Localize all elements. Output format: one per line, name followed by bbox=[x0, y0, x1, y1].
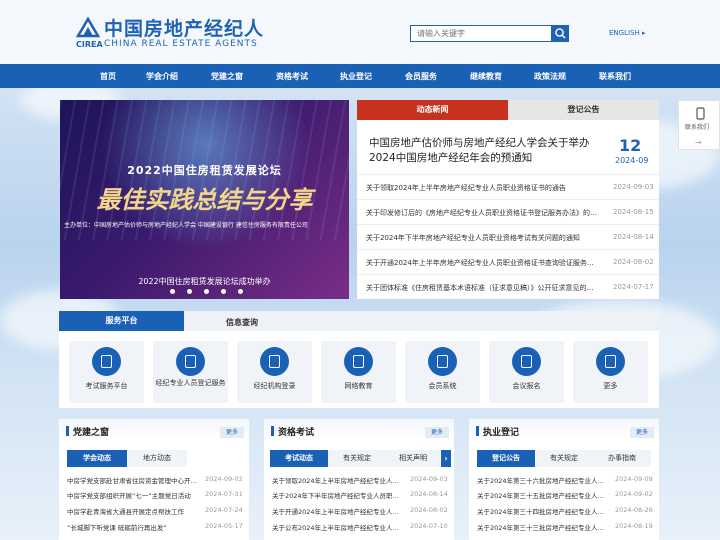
search-icon bbox=[555, 28, 566, 39]
carousel-dot[interactable] bbox=[238, 289, 243, 294]
panel-registration: 执业登记 更多 登记公告 有关规定 办事指南 关于2024年第三十六批房地产经纪… bbox=[469, 419, 659, 540]
banner-event-title: 2022中国住房租赁发展论坛 bbox=[127, 164, 282, 177]
service-agent-registration[interactable]: 经纪专业人员登记服务 bbox=[153, 341, 228, 403]
education-icon bbox=[344, 347, 373, 376]
contact-label: 联系我们 bbox=[685, 124, 710, 131]
news-item[interactable]: 关于开通2024年上半年房地产经纪专业人员职业资格证书查询验证服务的通知 2024… bbox=[357, 249, 659, 274]
service-platform: 服务平台 信息查询 考试服务平台 经纪专业人员登记服务 经纪机构登录 网络教育 … bbox=[59, 311, 659, 408]
tab-regulations[interactable]: 有关规定 bbox=[535, 450, 593, 467]
tab-registration-notice[interactable]: 登记公告 bbox=[508, 100, 659, 120]
carousel-dot[interactable] bbox=[170, 289, 175, 294]
service-agency-login[interactable]: 经纪机构登录 bbox=[237, 341, 312, 403]
nav-home[interactable]: 首页 bbox=[100, 71, 116, 82]
list-item[interactable]: 关于2024年第三十六批房地产经纪专业人员登记的公告2024-09-09 bbox=[477, 475, 659, 489]
news-item[interactable]: 关于领取2024年上半年房地产经纪专业人员职业资格证书的通告 2024-09-03 bbox=[357, 174, 659, 199]
news-item[interactable]: 关于2024年下半年房地产经纪专业人员职业资格考试有关问题的通知 2024-08-… bbox=[357, 224, 659, 249]
tab-guide[interactable]: 办事指南 bbox=[593, 450, 651, 467]
panel-title: 执业登记 bbox=[483, 428, 520, 438]
list-item[interactable]: 关于2024年下半年房地产经纪专业人员职业资格考试有关问题的通知2024-08-… bbox=[272, 490, 454, 504]
tab-statements[interactable]: 相关声明 bbox=[386, 450, 440, 467]
nav-registration[interactable]: 执业登记 bbox=[340, 71, 372, 82]
panel-exam: 资格考试 更多 考试动态 有关规定 相关声明 › 关于领取2024年上半年房地产… bbox=[264, 419, 454, 540]
tab-society-news[interactable]: 学会动态 bbox=[67, 450, 127, 467]
panel-title: 资格考试 bbox=[278, 428, 315, 438]
list-item[interactable]: 关于公布2024年上半年房地产经纪专业人员职业资格考试成绩的通告2024-07-… bbox=[272, 522, 454, 536]
nav-about[interactable]: 学会介绍 bbox=[146, 71, 178, 82]
banner-carousel[interactable]: 2022中国住房租赁发展论坛 最佳实践总结与分享 主办单位：中国房地产估价师与房… bbox=[60, 100, 349, 299]
banner-hosts: 主办单位：中国房地产估价师与房地产经纪人学会 中国建设银行 建信住房服务有限责任… bbox=[64, 222, 308, 229]
tab-registration-notice[interactable]: 登记公告 bbox=[477, 450, 535, 467]
chevron-right-icon[interactable]: › bbox=[441, 450, 451, 467]
search-input[interactable] bbox=[410, 25, 552, 42]
nav-education[interactable]: 继续教育 bbox=[470, 71, 502, 82]
member-icon bbox=[428, 347, 457, 376]
exam-icon bbox=[92, 347, 121, 376]
banner-slogan: 最佳实践总结与分享 bbox=[96, 185, 313, 214]
service-exam-platform[interactable]: 考试服务平台 bbox=[69, 341, 144, 403]
more-button[interactable]: 更多 bbox=[630, 427, 654, 438]
nav-contact[interactable]: 联系我们 bbox=[599, 71, 631, 82]
more-button[interactable]: 更多 bbox=[425, 427, 449, 438]
nav-exam[interactable]: 资格考试 bbox=[276, 71, 308, 82]
list-item[interactable]: 关于开通2024年上半年房地产经纪专业人员职业资格证书查询验证服务的通知2024… bbox=[272, 506, 454, 520]
service-more[interactable]: 更多 bbox=[573, 341, 648, 403]
panel-party: 党建之窗 更多 学会动态 地方动态 中房学党支部赴甘肃省住房资金管理中心开展主题… bbox=[59, 419, 249, 540]
list-item[interactable]: 关于2024年第三十五批房地产经纪专业人员登记的公告2024-09-02 bbox=[477, 490, 659, 504]
news-item[interactable]: 关于团体标准《住房租赁基本术语标准（征求意见稿）》公开征求意见的通知 2024-0… bbox=[357, 274, 659, 299]
banner-caption: 2022中国住房租赁发展论坛成功举办 bbox=[138, 277, 271, 286]
list-item[interactable]: 中房学党支部赴甘肃省住房资金管理中心开展主题党日活动2024-09-02 bbox=[67, 475, 249, 489]
logo-title-en: CHINA REAL ESTATE AGENTS bbox=[104, 39, 258, 49]
search-button[interactable] bbox=[552, 25, 569, 42]
registration-icon bbox=[176, 347, 205, 376]
service-member-system[interactable]: 会员系统 bbox=[405, 341, 480, 403]
service-meeting-signup[interactable]: 会议报名 bbox=[489, 341, 564, 403]
list-item[interactable]: 中房学党支部组织开展“七一”主题党日活动 2024-07-31 bbox=[67, 490, 249, 504]
tab-info-query[interactable]: 信息查询 bbox=[226, 317, 258, 328]
meeting-icon bbox=[512, 347, 541, 376]
list-item[interactable]: 中房学赴青海省大通县开展定点帮扶工作 2024-07-24 bbox=[67, 506, 249, 520]
more-button[interactable]: 更多 bbox=[220, 427, 244, 438]
logo-abbr: CIREA bbox=[76, 40, 103, 49]
grid-icon bbox=[596, 347, 625, 376]
nav-policy[interactable]: 政策法规 bbox=[534, 71, 566, 82]
list-item[interactable]: “长城脚下听党课 砥砺前行再出发” 2024-05-17 bbox=[67, 522, 249, 536]
tab-exam-news[interactable]: 考试动态 bbox=[270, 450, 328, 467]
tab-regulations[interactable]: 有关规定 bbox=[328, 450, 386, 467]
news-panel: 动态新闻 登记公告 中国房地产估价师与房地产经纪人学会关于举办2024中国房地产… bbox=[357, 100, 659, 299]
nav-member[interactable]: 会员服务 bbox=[405, 71, 437, 82]
list-item[interactable]: 关于2024年第三十四批房地产经纪专业人员登记的公告2024-08-26 bbox=[477, 506, 659, 520]
building-icon bbox=[260, 347, 289, 376]
list-item[interactable]: 关于2024年第三十三批房地产经纪专业人员登记的公告2024-08-19 bbox=[477, 522, 659, 536]
carousel-dots bbox=[170, 289, 250, 297]
news-item[interactable]: 关于印发修订后的《房地产经纪专业人员职业资格证书登记服务办法》的通知 2024-0… bbox=[357, 199, 659, 224]
main-nav: 首页 学会介绍 党建之窗 资格考试 执业登记 会员服务 继续教育 政策法规 联系… bbox=[0, 64, 720, 88]
arrow-right-icon[interactable]: → bbox=[695, 138, 702, 147]
news-headline[interactable]: 中国房地产估价师与房地产经纪人学会关于举办2024中国房地产经纪年会的预通知 bbox=[369, 136, 607, 166]
nav-party[interactable]: 党建之窗 bbox=[211, 71, 243, 82]
tab-local-news[interactable]: 地方动态 bbox=[127, 450, 187, 467]
logo-title-cn[interactable]: 中国房地产经纪人 bbox=[104, 14, 264, 41]
panel-title: 党建之窗 bbox=[73, 428, 110, 438]
carousel-dot[interactable] bbox=[204, 289, 209, 294]
headline-month: 2024-09 bbox=[615, 156, 649, 165]
tab-service-platform[interactable]: 服务平台 bbox=[59, 311, 184, 331]
contact-float[interactable]: 联系我们 → bbox=[678, 100, 720, 150]
carousel-dot[interactable] bbox=[221, 289, 226, 294]
tab-news[interactable]: 动态新闻 bbox=[357, 100, 508, 120]
site-header: 中国房地产经纪人 CIREA CHINA REAL ESTATE AGENTS … bbox=[0, 0, 720, 64]
headline-day: 12 bbox=[619, 136, 642, 155]
carousel-dot[interactable] bbox=[187, 289, 192, 294]
cirea-logo-icon bbox=[76, 16, 100, 38]
service-online-education[interactable]: 网络教育 bbox=[321, 341, 396, 403]
list-item[interactable]: 关于领取2024年上半年房地产经纪专业人员职业资格证书的通告2024-09-03 bbox=[272, 475, 454, 489]
english-link[interactable]: ENGLISH ▸ bbox=[609, 29, 646, 37]
